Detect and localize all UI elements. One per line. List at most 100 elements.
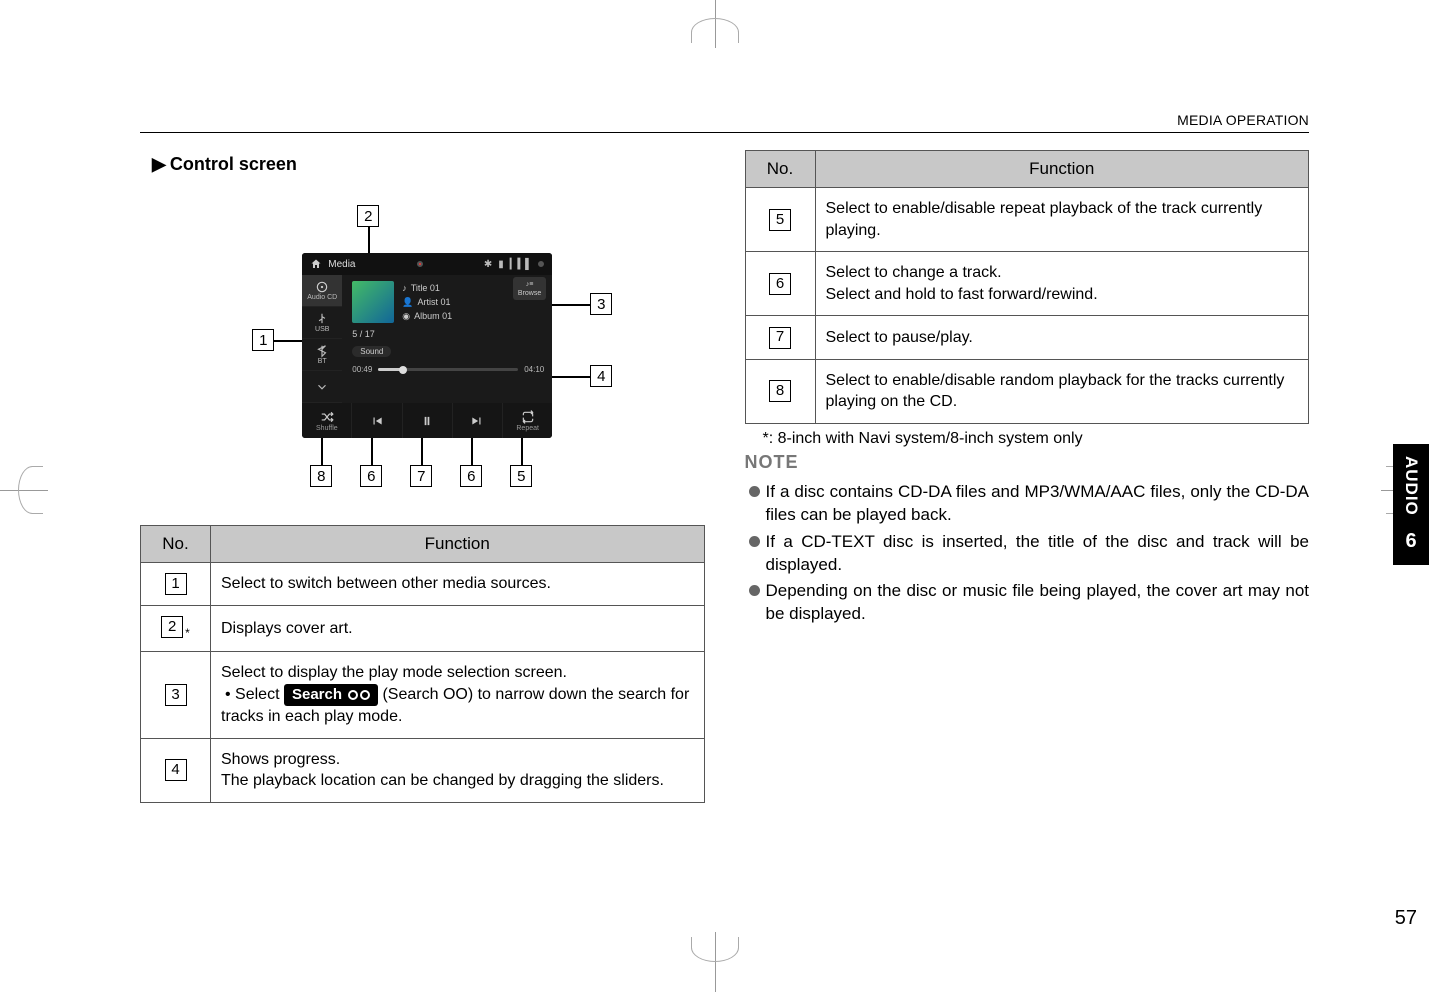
home-icon — [310, 258, 322, 270]
prev-icon — [370, 414, 384, 428]
repeat-button[interactable]: Repeat — [503, 403, 552, 438]
prev-button[interactable] — [352, 403, 402, 438]
track-title: Title 01 — [411, 281, 440, 295]
fn-text: Select to display the play mode selectio… — [211, 652, 705, 738]
function-table-left: No. Function 1 Select to switch between … — [140, 525, 705, 803]
row6-b: Select and hold to fast forward/rewind. — [826, 286, 1098, 303]
callout-3: 3 — [590, 293, 612, 315]
callout-line — [471, 437, 473, 465]
header-section-title: MEDIA OPERATION — [1177, 112, 1309, 128]
row4-b: The playback location can be changed by … — [221, 772, 664, 789]
th-fn: Function — [211, 526, 705, 563]
table-row: 5 Select to enable/disable repeat playba… — [745, 188, 1309, 252]
left-column: ▶Control screen 2 1 3 4 8 6 — [140, 150, 705, 920]
track-artist: Artist 01 — [417, 295, 450, 309]
record-indicator-icon — [417, 261, 423, 267]
table-row: 8 Select to enable/disable random playba… — [745, 359, 1309, 423]
shuffle-button[interactable]: Shuffle — [302, 403, 352, 438]
cd-icon — [315, 280, 329, 294]
diagram-wrapper: 2 1 3 4 8 6 7 6 5 — [212, 205, 632, 495]
callout-line — [521, 437, 523, 465]
source-bt-label: BT — [318, 358, 327, 365]
time-total: 04:10 — [524, 365, 544, 374]
browse-button[interactable]: ♪≡ Browse — [513, 277, 546, 300]
shuffle-icon — [320, 410, 334, 424]
table-row: 3 Select to display the play mode select… — [141, 652, 705, 738]
boxnum: 8 — [769, 380, 791, 402]
cover-art — [352, 281, 394, 323]
callout-8: 8 — [310, 465, 332, 487]
browse-label: Browse — [518, 290, 541, 297]
next-button[interactable] — [453, 403, 503, 438]
screenshot-title: Media — [328, 259, 355, 270]
fn-text: Select to enable/disable repeat playback… — [815, 188, 1309, 252]
track-album: Album 01 — [414, 309, 452, 323]
page-content: MEDIA OPERATION ▶Control screen 2 1 3 4 — [140, 120, 1309, 920]
fn-text: Select to enable/disable random playback… — [815, 359, 1309, 423]
bullet-icon — [749, 585, 760, 596]
source-usb[interactable]: USB — [302, 307, 342, 339]
search-chip-label: Search — [292, 685, 342, 705]
callout-line — [550, 304, 590, 306]
fn-text: Select to switch between other media sou… — [211, 563, 705, 606]
callout-line — [371, 437, 373, 465]
boxnum: 7 — [769, 327, 791, 349]
side-tab: AUDIO 6 — [1393, 444, 1429, 565]
note-list: If a disc contains CD-DA files and MP3/W… — [749, 481, 1310, 627]
boxnum: 5 — [769, 209, 791, 231]
bullet-icon — [749, 536, 760, 547]
note-text: If a CD-TEXT disc is inserted, the title… — [766, 531, 1310, 577]
callout-5: 5 — [510, 465, 532, 487]
search-oo-icon — [348, 690, 370, 700]
repeat-label: Repeat — [516, 425, 539, 432]
track-index: 5 / 17 — [352, 329, 544, 339]
triangle-icon: ▶ — [152, 154, 166, 175]
side-tab-label: AUDIO — [1401, 456, 1421, 516]
note-item: If a CD-TEXT disc is inserted, the title… — [749, 531, 1310, 577]
th-no: No. — [141, 526, 211, 563]
callout-line — [274, 340, 304, 342]
table-row: 6 Select to change a track. Select and h… — [745, 252, 1309, 316]
source-audio-cd-label: Audio CD — [307, 294, 337, 301]
fn-text: Select to change a track. Select and hol… — [815, 252, 1309, 316]
source-audio-cd[interactable]: Audio CD — [302, 275, 342, 307]
callout-7: 7 — [410, 465, 432, 487]
boxnum: 2 — [161, 616, 183, 638]
chevron-down-icon — [315, 380, 329, 394]
pause-button[interactable] — [403, 403, 453, 438]
source-bar: Audio CD USB BT — [302, 275, 342, 403]
progress-knob[interactable] — [399, 366, 407, 374]
note-text: If a disc contains CD-DA files and MP3/W… — [766, 481, 1310, 527]
boxnum: 3 — [165, 684, 187, 706]
footnote: *: 8-inch with Navi system/8-inch system… — [763, 430, 1310, 448]
crop-mark-left — [0, 460, 48, 520]
bluetooth-icon: ✱ — [484, 259, 492, 270]
progress-bar[interactable] — [378, 368, 518, 371]
table-row: 7 Select to pause/play. — [745, 316, 1309, 359]
time-elapsed: 00:49 — [352, 365, 372, 374]
callout-2: 2 — [357, 205, 379, 227]
fn-text: Select to pause/play. — [815, 316, 1309, 359]
boxnum: 4 — [165, 759, 187, 781]
shuffle-label: Shuffle — [316, 425, 338, 432]
note-heading: NOTE — [745, 452, 1310, 473]
boxnum: 1 — [165, 573, 187, 595]
fn-text: Shows progress. The playback location ca… — [211, 738, 705, 802]
fn-text: Displays cover art. — [211, 606, 705, 652]
pause-icon — [420, 414, 434, 428]
repeat-icon — [521, 410, 535, 424]
list-icon: ♪≡ — [518, 280, 541, 289]
callout-line — [421, 437, 423, 465]
note-icon: ♪ — [402, 281, 407, 295]
artist-icon: 👤 — [402, 295, 413, 309]
signal-icon: ▎▍▌ — [510, 259, 532, 270]
row6-a: Select to change a track. — [826, 264, 1002, 281]
source-bt[interactable]: BT — [302, 339, 342, 371]
right-column: No. Function 5 Select to enable/disable … — [745, 150, 1310, 920]
next-icon — [470, 414, 484, 428]
function-table-right: No. Function 5 Select to enable/disable … — [745, 150, 1310, 424]
sound-chip[interactable]: Sound — [352, 346, 391, 357]
callout-line — [321, 437, 323, 465]
source-more[interactable] — [302, 371, 342, 403]
callout-6a: 6 — [360, 465, 382, 487]
